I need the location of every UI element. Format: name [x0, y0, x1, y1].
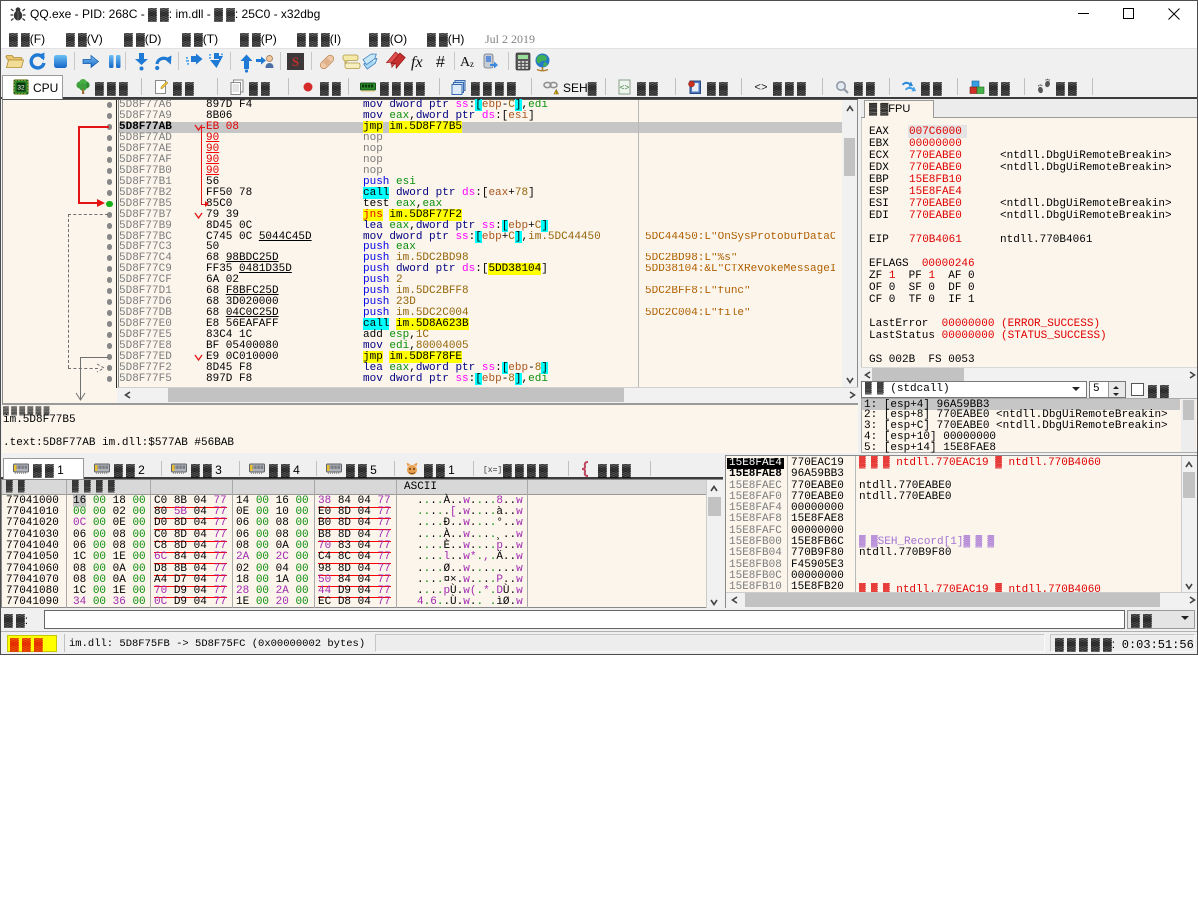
- svg-text:z: z: [470, 59, 474, 69]
- svg-text:<>: <>: [754, 83, 767, 95]
- svg-text:32: 32: [17, 85, 25, 92]
- svg-text:S: S: [292, 54, 299, 69]
- svg-text:#: #: [436, 54, 445, 71]
- svg-text:!: !: [556, 90, 557, 95]
- svg-text:<>: <>: [620, 84, 630, 93]
- svg-text:[x=]: [x=]: [483, 466, 502, 475]
- svg-text:fx: fx: [411, 54, 423, 71]
